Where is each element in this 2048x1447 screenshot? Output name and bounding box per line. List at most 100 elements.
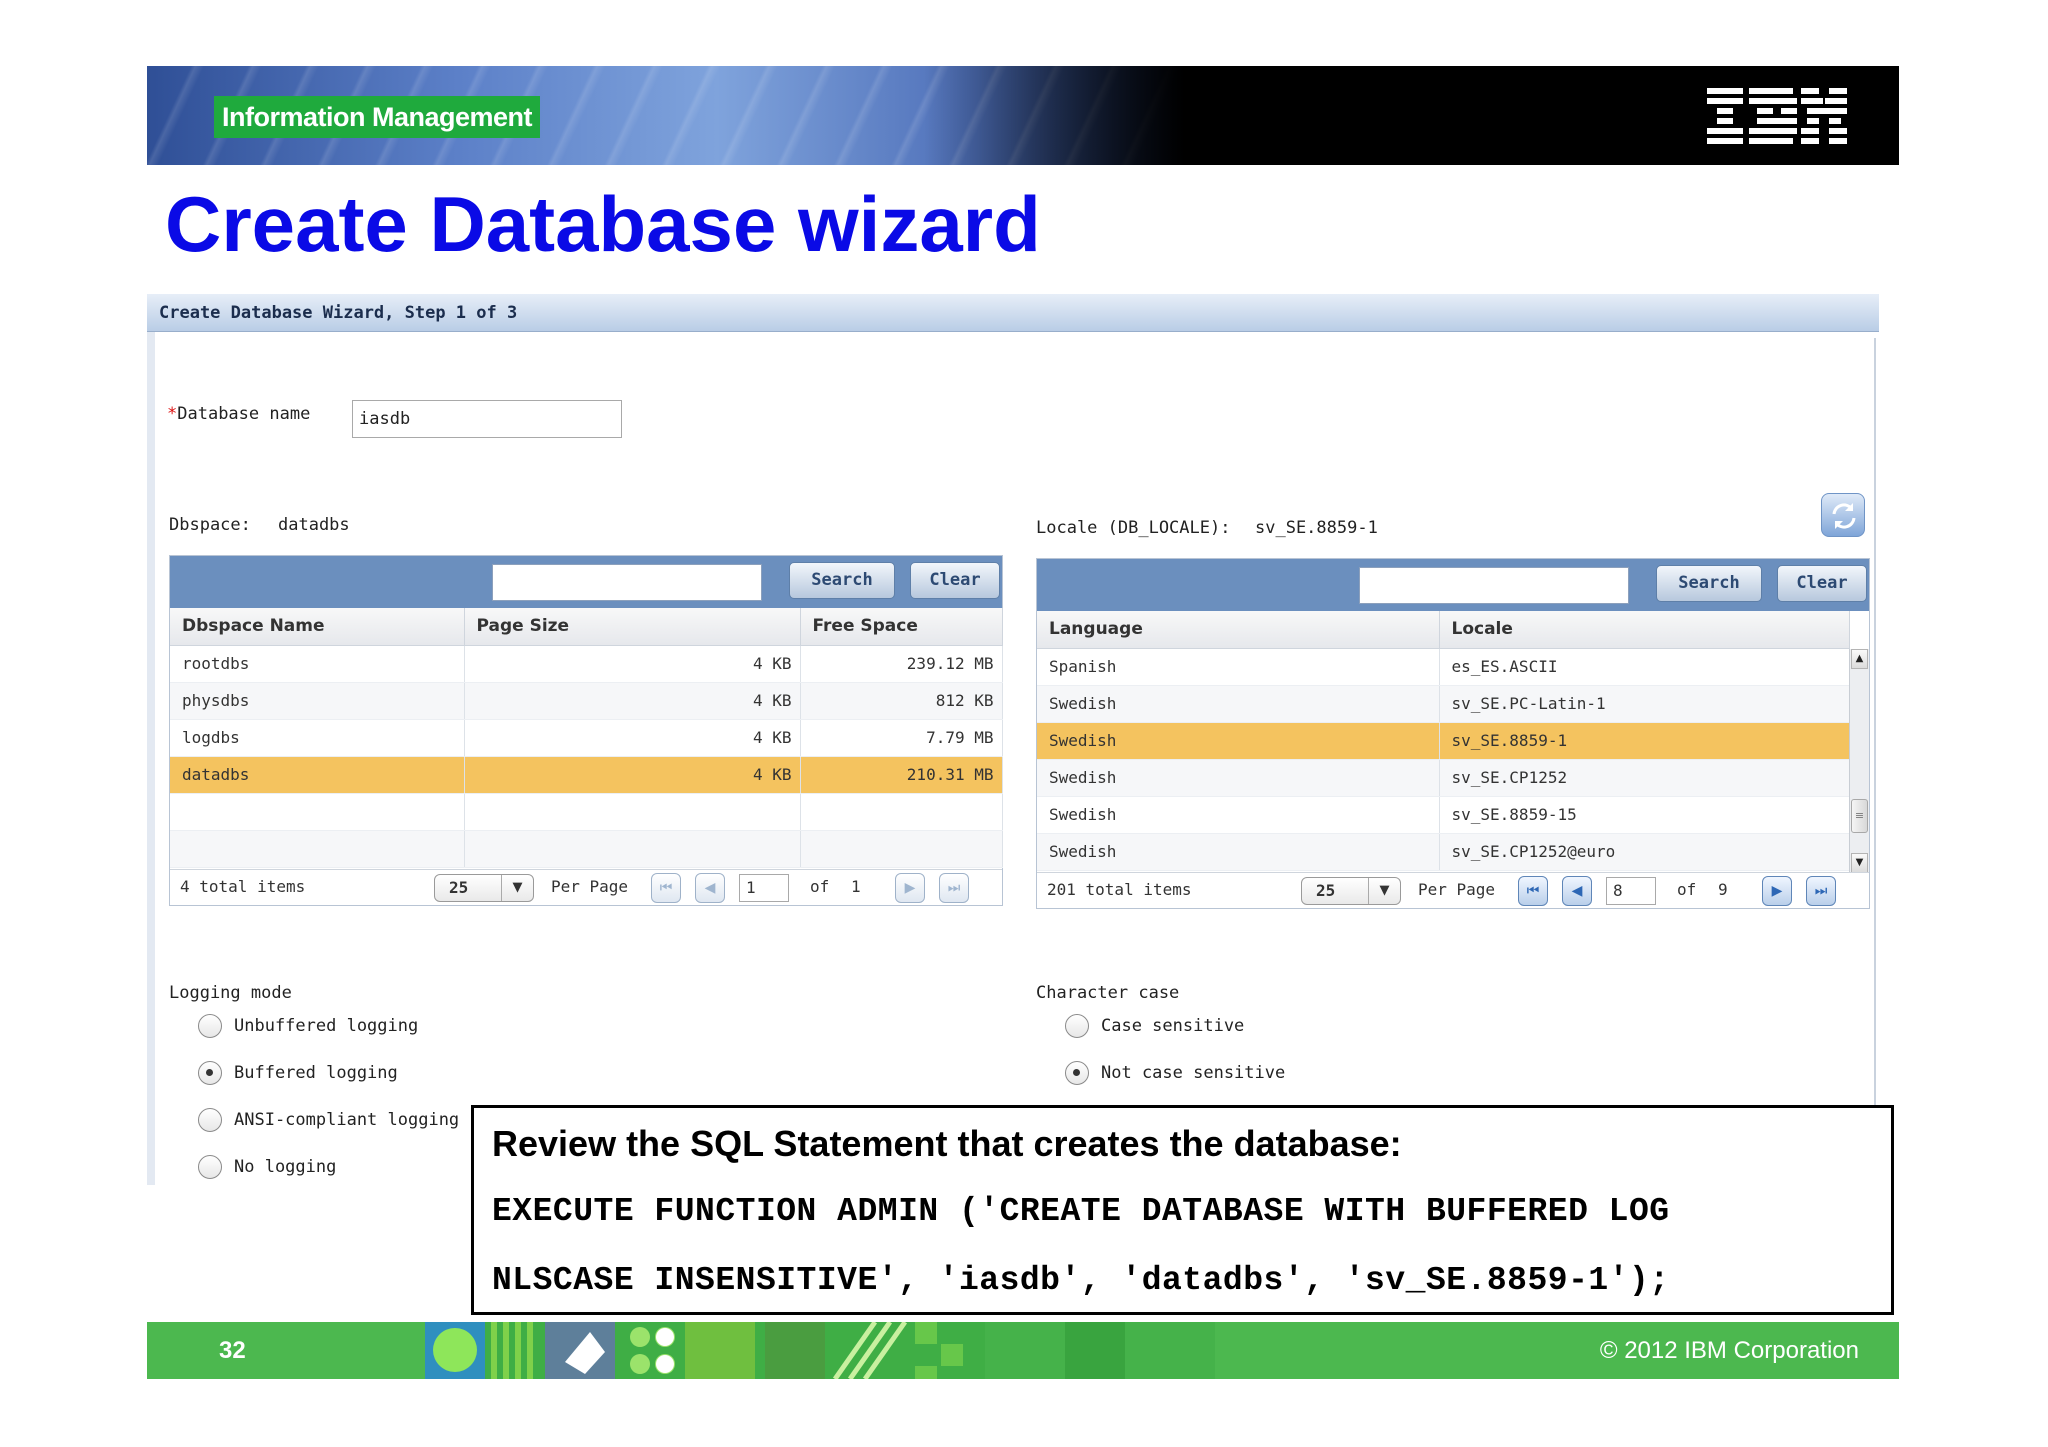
database-name-label: *Database name [167, 403, 310, 425]
current-page-input[interactable]: 1 [739, 874, 789, 902]
column-header-free-space[interactable]: Free Space [800, 608, 1003, 646]
sql-line-1: EXECUTE FUNCTION ADMIN ('CREATE DATABASE… [492, 1193, 1670, 1230]
character-case-label: Character case [1036, 983, 1180, 1003]
first-page-icon[interactable]: ⏮ [1518, 876, 1548, 906]
dbspace-table-header: Dbspace Name Page Size Free Space [170, 608, 1003, 646]
dbspace-search-input[interactable] [492, 564, 762, 601]
column-header-language[interactable]: Language [1037, 611, 1440, 649]
cell-page-size: 4 KB [464, 756, 801, 794]
scroll-up-icon[interactable]: ▲ [1851, 649, 1868, 669]
table-row[interactable]: Spanish es_ES.ASCII [1037, 648, 1850, 686]
cell-dbspace-name: physdbs [170, 682, 465, 720]
database-name-input[interactable]: iasdb [352, 400, 622, 438]
current-page-input[interactable]: 8 [1606, 877, 1656, 905]
dbspace-value: datadbs [278, 515, 350, 535]
total-items: 4 total items [180, 877, 306, 896]
required-mark: * [167, 404, 178, 424]
table-row[interactable]: physdbs 4 KB 812 KB [170, 682, 1003, 720]
locale-clear-button[interactable]: Clear [1777, 565, 1867, 602]
sql-heading: Review the SQL Statement that creates th… [492, 1123, 1402, 1164]
locale-value: sv_SE.8859-1 [1255, 518, 1378, 538]
refresh-button[interactable] [1821, 493, 1865, 537]
of-label: of [1677, 880, 1697, 899]
cell-locale: sv_SE.8859-1 [1439, 722, 1850, 760]
dbspace-label: Dbspace: [169, 515, 251, 535]
radio-ansi-compliant-logging[interactable] [198, 1108, 222, 1132]
last-page-icon[interactable]: ⏭ [1806, 876, 1836, 906]
option-label[interactable]: Unbuffered logging [234, 1015, 418, 1037]
dbspace-table: Dbspace Name Page Size Free Space rootdb… [170, 608, 1003, 868]
cell-dbspace-name: rootdbs [170, 645, 465, 683]
radio-case-sensitive[interactable] [1065, 1014, 1089, 1038]
dbspace-search-button[interactable]: Search [789, 562, 895, 599]
per-page-label: Per Page [551, 877, 629, 896]
column-header-page-size[interactable]: Page Size [464, 608, 801, 646]
option-label[interactable]: Case sensitive [1101, 1015, 1244, 1037]
wizard-right-border [1874, 338, 1876, 1163]
scroll-down-icon[interactable]: ▼ [1851, 853, 1868, 873]
per-page-value: 25 [1316, 881, 1336, 900]
cell-language: Swedish [1037, 759, 1440, 797]
radio-not-case-sensitive[interactable] [1065, 1061, 1089, 1085]
per-page-label: Per Page [1418, 880, 1496, 899]
of-label: of [810, 877, 830, 896]
option-label[interactable]: Not case sensitive [1101, 1062, 1285, 1084]
next-page-icon[interactable]: ▶ [1762, 876, 1792, 906]
cell-locale: sv_SE.8859-15 [1439, 796, 1850, 834]
table-row[interactable]: Swedish sv_SE.PC-Latin-1 [1037, 685, 1850, 723]
cell-locale: sv_SE.CP1252@euro [1439, 833, 1850, 871]
cell-page-size: 4 KB [464, 682, 801, 720]
column-header-dbspace-name[interactable]: Dbspace Name [170, 608, 465, 646]
table-row[interactable]: Swedish sv_SE.CP1252 [1037, 759, 1850, 797]
table-row[interactable]: Swedish sv_SE.8859-15 [1037, 796, 1850, 834]
locale-search-button[interactable]: Search [1656, 565, 1762, 602]
option-label[interactable]: Buffered logging [234, 1062, 398, 1084]
scroll-thumb[interactable]: ≡ [1851, 799, 1868, 833]
dbspace-grid-toolbar: Search Clear [170, 556, 1002, 608]
sql-line-2: NLSCASE INSENSITIVE', 'iasdb', 'datadbs'… [492, 1262, 1670, 1299]
locale-grid-toolbar: Search Clear [1037, 559, 1869, 611]
cell-locale: es_ES.ASCII [1439, 648, 1850, 686]
option-label[interactable]: ANSI-compliant logging [234, 1109, 459, 1131]
slide-footer: 32 © 2012 IBM Corporation [147, 1322, 1899, 1379]
per-page-select[interactable]: 25 ▼ [1301, 877, 1401, 905]
locale-search-input[interactable] [1359, 567, 1629, 604]
table-row-selected[interactable]: datadbs 4 KB 210.31 MB [170, 756, 1003, 794]
database-name-label-text: Database name [177, 404, 311, 424]
next-page-icon[interactable]: ▶ [895, 873, 925, 903]
cell-locale: sv_SE.CP1252 [1439, 759, 1850, 797]
table-row-selected[interactable]: Swedish sv_SE.8859-1 [1037, 722, 1850, 760]
locale-grid-pagination: 201 total items 25 ▼ Per Page ⏮ ◀ 8 of 9… [1037, 872, 1869, 908]
table-row[interactable]: rootdbs 4 KB 239.12 MB [170, 645, 1003, 683]
cell-language: Swedish [1037, 722, 1440, 760]
cell-page-size: 4 KB [464, 719, 801, 757]
previous-page-icon[interactable]: ◀ [695, 873, 725, 903]
column-header-locale[interactable]: Locale [1439, 611, 1850, 649]
page-number: 32 [219, 1337, 246, 1364]
chevron-down-icon: ▼ [501, 875, 533, 901]
radio-buffered-logging[interactable] [198, 1061, 222, 1085]
per-page-value: 25 [449, 878, 469, 897]
previous-page-icon[interactable]: ◀ [1562, 876, 1592, 906]
table-row[interactable]: Swedish sv_SE.CP1252@euro [1037, 833, 1850, 871]
radio-unbuffered-logging[interactable] [198, 1014, 222, 1038]
per-page-select[interactable]: 25 ▼ [434, 874, 534, 902]
table-row[interactable]: logdbs 4 KB 7.79 MB [170, 719, 1003, 757]
locale-grid-scrollbar[interactable]: ▲ ≡ ▼ [1849, 649, 1869, 873]
first-page-icon[interactable]: ⏮ [651, 873, 681, 903]
logging-mode-label: Logging mode [169, 983, 292, 1003]
cell-language: Swedish [1037, 796, 1440, 834]
last-page-icon[interactable]: ⏭ [939, 873, 969, 903]
dbspace-clear-button[interactable]: Clear [910, 562, 1000, 599]
wizard-header: Create Database Wizard, Step 1 of 3 [147, 294, 1879, 332]
cell-free-space: 239.12 MB [800, 645, 1003, 683]
total-items: 201 total items [1047, 880, 1192, 899]
cell-free-space: 210.31 MB [800, 756, 1003, 794]
footer-artwork [425, 1322, 1215, 1379]
empty-row [170, 793, 1003, 831]
cell-free-space: 812 KB [800, 682, 1003, 720]
page-count: 1 [851, 877, 861, 896]
radio-no-logging[interactable] [198, 1155, 222, 1179]
option-label[interactable]: No logging [234, 1156, 336, 1178]
dbspace-grid: Search Clear Dbspace Name Page Size Free… [169, 555, 1003, 906]
